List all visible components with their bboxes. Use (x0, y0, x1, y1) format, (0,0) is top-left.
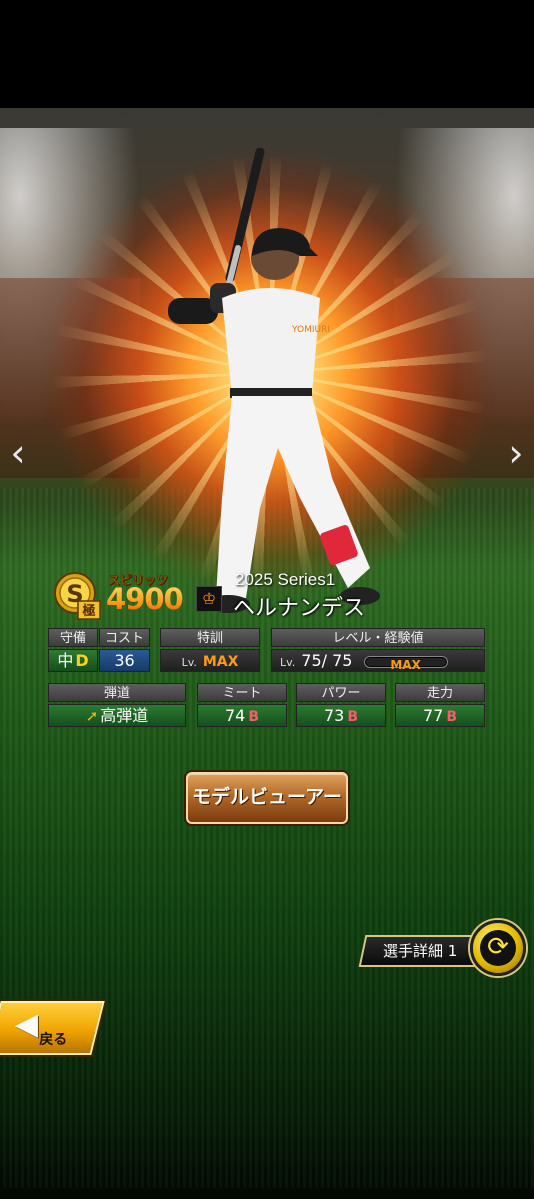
training-lv-prefix: Lv. (181, 656, 197, 669)
level-lv-prefix: Lv. (280, 656, 296, 669)
player-figure[interactable]: YOMIURI (160, 148, 380, 618)
speed-header: 走力 (395, 683, 485, 702)
cost-value: 36 (99, 649, 150, 672)
level-number: 75/ 75 (301, 651, 353, 670)
trajectory-header: 弾道 (48, 683, 186, 702)
model-viewer-button[interactable]: モデルビューアー (186, 772, 348, 824)
back-button[interactable]: ◀ 戻る (0, 1001, 105, 1055)
meet-grade: B (248, 709, 260, 725)
speed-value: 77 B (395, 704, 485, 727)
defense-grade: D (75, 651, 89, 670)
meet-header: ミート (197, 683, 287, 702)
power-grade: B (347, 709, 359, 725)
speed-grade: B (446, 709, 458, 725)
prev-player-arrow[interactable]: ‹ (6, 433, 30, 477)
defense-header: 守備 (48, 628, 98, 647)
level-value: Lv. 75/ 75 MAX (271, 649, 485, 672)
player-name: ヘルナンデス (233, 596, 366, 621)
trajectory-value: ➚ 高弾道 (48, 704, 186, 727)
speed-number: 77 (422, 706, 444, 725)
power-value: 73 B (296, 704, 386, 727)
back-label: 戻る (39, 1032, 68, 1048)
team-logo-icon: ♔ (196, 586, 222, 612)
defense-position: 中 (57, 651, 74, 670)
spirit-value: 4900 (106, 582, 184, 616)
trajectory-label: 高弾道 (100, 706, 149, 725)
back-arrow-icon: ◀ (14, 1007, 38, 1042)
exp-bar: MAX (363, 655, 448, 672)
cost-header: コスト (99, 628, 150, 647)
level-header: レベル・経験値 (271, 628, 485, 647)
player-detail-button[interactable]: 選手詳細 1 (358, 935, 482, 967)
training-max: MAX (202, 654, 239, 670)
next-player-arrow[interactable]: › (504, 433, 528, 477)
training-value: Lv. MAX (160, 649, 260, 672)
power-header: パワー (296, 683, 386, 702)
status-bar-area (0, 0, 534, 108)
defense-value: 中D (48, 649, 98, 672)
exp-max-label: MAX (390, 657, 421, 672)
swap-detail-button[interactable]: ⟳ (470, 920, 526, 976)
svg-text:YOMIURI: YOMIURI (291, 325, 330, 335)
player-detail-label: 選手詳細 1 (382, 942, 458, 960)
player-card-screen: YOMIURI ‹ › S 極 スピリッツ 4900 ♔ 2025 Series… (0, 108, 534, 1199)
card-series: 2025 Series1 (235, 570, 336, 589)
meet-value: 74 B (197, 704, 287, 727)
meet-number: 74 (224, 706, 246, 725)
swap-arrows-icon: ⟳ (480, 930, 516, 966)
rank-sub-label: 極 (81, 603, 95, 619)
rank-s-badge-icon: S 極 (54, 572, 101, 620)
arrow-up-right-icon: ➚ (85, 707, 99, 725)
training-header: 特訓 (160, 628, 260, 647)
power-number: 73 (323, 706, 345, 725)
